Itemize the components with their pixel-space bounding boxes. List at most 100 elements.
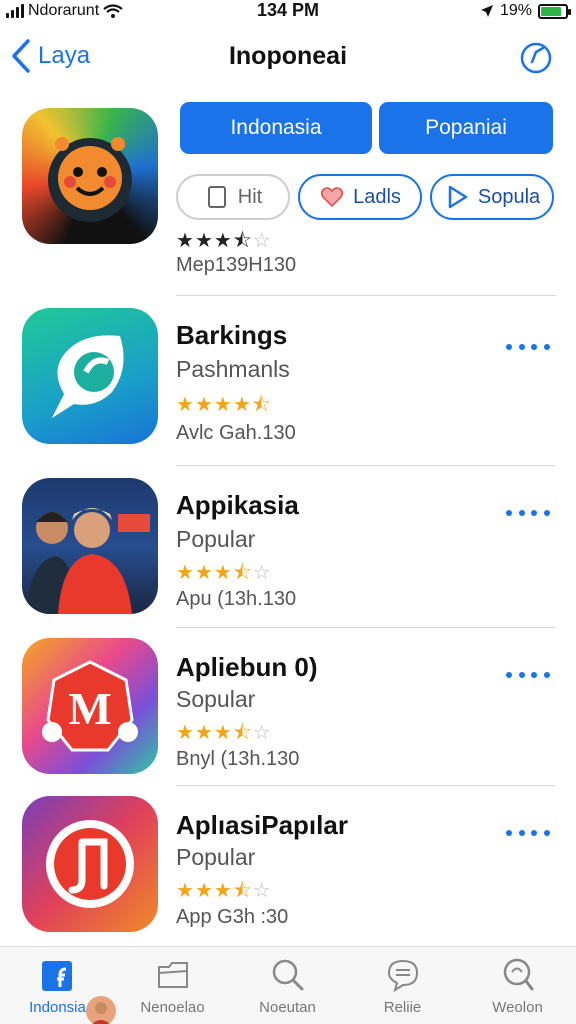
star-icon: ★ [213,722,233,744]
star-rating: ★★★⯪☆ [176,558,272,592]
star-rating: ★★★★⯪ [176,390,272,424]
app-subtitle: Pashmanls [176,356,290,382]
magnifier-icon [503,958,534,991]
play-icon [448,185,468,209]
star-icon: ★ [194,880,214,902]
star-icon: ★ [213,562,233,584]
search-icon [272,959,304,991]
star-rating: ★★★⯪☆ [176,876,272,910]
app-meta: Mep139H130 [176,254,297,276]
app-icon[interactable] [22,796,158,932]
tab-weolon[interactable]: Weolon [460,947,575,1024]
more-options-button[interactable] [506,340,550,354]
app-row[interactable]: AplıasiPapılar Popular ★★★⯪☆ App G3h :30 [0,786,576,944]
app-meta: Apu (13h.130 [176,588,297,610]
star-icon: ⯪ [251,394,272,416]
star-rating: ★★★⯪☆ [176,718,272,752]
star-icon: ★ [176,880,195,902]
folder-icon [158,962,188,988]
star-icon: ★ [176,722,195,744]
star-icon: ★ [194,394,214,416]
app-row[interactable]: Appikasia Popular ★★★⯪☆ Apu (13h.130 [0,466,576,628]
app-subtitle: Popular [176,844,256,870]
app-icon[interactable] [22,478,158,614]
music-note-icon [46,820,134,908]
star-icon: ★ [176,230,195,252]
tab-nenoelao[interactable]: Nenoelao [115,947,230,1024]
app-name: Barkings [176,320,288,350]
app-row[interactable]: Barkings Pashmanls ★★★★⯪ Avlc Gah.130 [0,300,576,466]
tab-label: Weolon [492,999,543,1016]
divider [176,295,556,296]
tab-reliie[interactable]: Reliie [345,947,460,1024]
heart-icon [321,187,344,208]
stars-render: ★★★⯪☆ [176,880,272,902]
pill-sopula[interactable]: Sopula [430,174,554,220]
primary-button-1[interactable]: Indonasia [180,102,372,154]
app-subtitle: Sopular [176,686,256,712]
star-icon: ☆ [252,722,272,744]
stars-render: ★★★★⯪ [176,394,272,416]
app-icon[interactable]: M [22,638,158,774]
status-right: 19% [480,0,571,22]
star-icon: ★ [213,880,233,902]
leaf-chat-icon [52,335,124,418]
tab-label: Reliie [383,999,422,1016]
more-options-button[interactable] [506,826,550,840]
app-row[interactable]: M Apliebun 0) Sopular ★★★⯪☆ Bnyl (13h.13… [0,628,576,786]
star-icon: ★ [232,394,252,416]
star-icon: ⯪ [232,880,253,902]
square-icon [207,186,226,208]
pill-label: Sopula [477,185,541,208]
location-arrow-icon [480,5,493,17]
pill-hit[interactable]: Hit [176,174,290,220]
app-meta: Bnyl (13h.130 [176,748,300,770]
star-icon: ⯪ [232,722,253,744]
people-photo-icon [26,508,150,614]
star-icon: ☆ [252,562,272,584]
star-icon: ⯪ [232,230,253,252]
star-icon: ★ [213,394,233,416]
pill-label: Hit [237,185,263,208]
more-options-button[interactable] [506,668,550,682]
featured-app-row: Indonasia Popaniai Hit Ladls Sopula ★★★⯪… [0,100,576,300]
app-meta: App G3h :30 [176,906,289,928]
star-icon: ★ [176,394,195,416]
tab-noeutan[interactable]: Noeutan [230,947,345,1024]
star-icon: ★ [194,562,214,584]
battery-icon [538,3,571,19]
chat-icon [387,959,419,993]
more-options-button[interactable] [506,506,550,520]
app-name: AplıasiPapılar [176,810,348,840]
app-icon[interactable] [22,308,158,444]
star-icon: ☆ [252,230,272,252]
avatar [86,996,116,1024]
app-subtitle: Popular [176,526,256,552]
stars-render: ★★★⯪☆ [176,722,272,744]
page-title: Inoponeai [228,42,348,70]
tab-label: Nenoelao [140,999,205,1016]
app-name: Apliebun 0) [176,652,318,682]
pill-label: Ladls [353,185,401,208]
svg-text:M: M [68,683,111,734]
pill-ladls[interactable]: Ladls [298,174,422,220]
status-bar: Ndorarunt 134 PM 19% [0,0,576,22]
stars-render: ★★★⯪☆ [176,562,272,584]
star-icon: ★ [194,230,214,252]
star-icon: ☆ [252,880,272,902]
star-icon: ★ [194,722,214,744]
app-icon[interactable] [22,108,158,244]
star-icon: ⯪ [232,562,253,584]
navigation-bar: Laya Inoponeai [0,30,576,86]
tab-label: Noeutan [259,999,316,1016]
star-icon: ★ [176,562,195,584]
news-icon [42,961,72,991]
star-icon: ★ [213,230,233,252]
app-name: Appikasia [176,490,299,520]
compass-icon[interactable] [518,40,554,76]
app-meta: Avlc Gah.130 [176,422,296,444]
primary-button-2[interactable]: Popaniai [379,102,553,154]
stars-render: ★★★⯪☆ [176,230,272,252]
emoji-face-icon [48,137,132,222]
battery-percent: 19% [499,2,532,19]
